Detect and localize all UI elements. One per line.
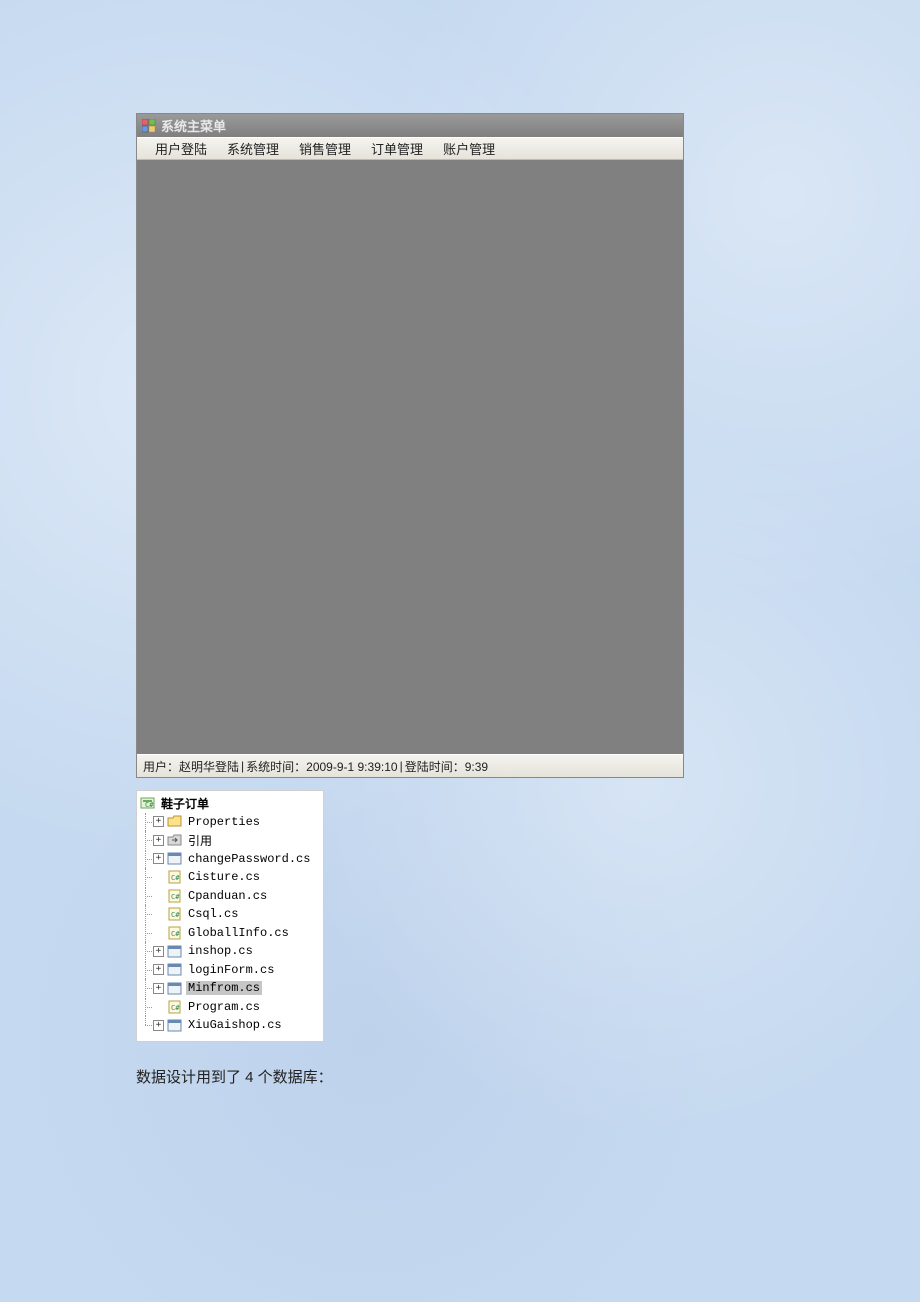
tree-item[interactable]: + inshop.cs bbox=[139, 942, 321, 961]
expand-placeholder bbox=[153, 890, 164, 901]
svg-text:C#: C# bbox=[171, 1004, 180, 1012]
title-bar[interactable]: 系统主菜单 bbox=[137, 114, 683, 137]
form-icon bbox=[167, 852, 183, 866]
expand-icon[interactable]: + bbox=[153, 964, 164, 975]
status-sep: | bbox=[400, 759, 403, 773]
tree-item-label: Csql.cs bbox=[186, 907, 240, 921]
status-logintime: 登陆时间：9:39 bbox=[405, 758, 488, 775]
tree-branch-line bbox=[139, 813, 153, 831]
cs-icon: C# bbox=[167, 1000, 183, 1014]
menu-sales-manage[interactable]: 销售管理 bbox=[289, 137, 361, 160]
tree-item[interactable]: C# Program.cs bbox=[139, 998, 321, 1017]
menu-user-login[interactable]: 用户登陆 bbox=[145, 137, 217, 160]
svg-text:C#: C# bbox=[171, 911, 180, 919]
tree-branch-line bbox=[139, 1016, 153, 1034]
tree-branch-line bbox=[139, 868, 153, 886]
cs-icon: C# bbox=[167, 889, 183, 903]
form-icon bbox=[167, 963, 183, 977]
tree-root-label: 鞋子订单 bbox=[159, 795, 211, 812]
svg-text:C#: C# bbox=[171, 893, 180, 901]
svg-text:C#: C# bbox=[171, 930, 180, 938]
project-icon: C# bbox=[140, 796, 156, 810]
form-icon bbox=[167, 1018, 183, 1032]
window-title: 系统主菜单 bbox=[161, 116, 226, 135]
cs-icon: C# bbox=[167, 926, 183, 940]
tree-branch-line bbox=[139, 887, 153, 905]
status-systime: 系统时间：2009-9-1 9:39:10 bbox=[246, 758, 397, 775]
tree-item-label: 引用 bbox=[186, 832, 214, 849]
tree-item[interactable]: C# GloballInfo.cs bbox=[139, 924, 321, 943]
tree-root[interactable]: C# 鞋子订单 bbox=[139, 794, 321, 813]
tree-item-label: Cisture.cs bbox=[186, 870, 262, 884]
tree-item[interactable]: + changePassword.cs bbox=[139, 850, 321, 869]
window-icon bbox=[141, 118, 157, 134]
svg-text:C#: C# bbox=[145, 801, 154, 809]
tree-branch-line bbox=[139, 961, 153, 979]
tree-item-label: GloballInfo.cs bbox=[186, 926, 291, 940]
svg-text:C#: C# bbox=[171, 874, 180, 882]
tree-branch-line bbox=[139, 998, 153, 1016]
tree-branch-line bbox=[139, 979, 153, 997]
expand-icon[interactable]: + bbox=[153, 835, 164, 846]
tree-item[interactable]: C# Csql.cs bbox=[139, 905, 321, 924]
tree-item[interactable]: + Properties bbox=[139, 813, 321, 832]
expand-icon[interactable]: + bbox=[153, 946, 164, 957]
expand-placeholder bbox=[153, 909, 164, 920]
tree-branch-line bbox=[139, 924, 153, 942]
tree-branch-line bbox=[139, 905, 153, 923]
solution-explorer: C# 鞋子订单 + Properties + 引用 + changePassword.cs… bbox=[136, 790, 324, 1042]
expand-placeholder bbox=[153, 872, 164, 883]
tree-item-label: Program.cs bbox=[186, 1000, 262, 1014]
cs-icon: C# bbox=[167, 907, 183, 921]
expand-icon[interactable]: + bbox=[153, 853, 164, 864]
tree-item[interactable]: C# Cpanduan.cs bbox=[139, 887, 321, 906]
tree-item-label: Properties bbox=[186, 815, 262, 829]
body-text: 数据设计用到了 4 个数据库： bbox=[136, 1066, 333, 1087]
cs-icon: C# bbox=[167, 870, 183, 884]
form-icon bbox=[167, 981, 183, 995]
folder-icon bbox=[167, 815, 183, 829]
mdi-client-area bbox=[137, 160, 683, 754]
expand-placeholder bbox=[153, 927, 164, 938]
menu-account-manage[interactable]: 账户管理 bbox=[433, 137, 505, 160]
tree-item-label: changePassword.cs bbox=[186, 852, 312, 866]
menu-bar: 用户登陆 系统管理 销售管理 订单管理 账户管理 bbox=[137, 137, 683, 160]
menu-system-manage[interactable]: 系统管理 bbox=[217, 137, 289, 160]
form-icon bbox=[167, 944, 183, 958]
tree-branch-line bbox=[139, 850, 153, 868]
tree-branch-line bbox=[139, 831, 153, 849]
expand-icon[interactable]: + bbox=[153, 816, 164, 827]
tree-item-label: XiuGaishop.cs bbox=[186, 1018, 284, 1032]
ref-icon bbox=[167, 833, 183, 847]
expand-placeholder bbox=[153, 1001, 164, 1012]
status-sep: | bbox=[241, 759, 244, 773]
tree-item[interactable]: + XiuGaishop.cs bbox=[139, 1016, 321, 1035]
menu-order-manage[interactable]: 订单管理 bbox=[361, 137, 433, 160]
main-window: 系统主菜单 用户登陆 系统管理 销售管理 订单管理 账户管理 用户：赵明华登陆 … bbox=[136, 113, 684, 778]
tree-item-label: Cpanduan.cs bbox=[186, 889, 269, 903]
tree-item[interactable]: + Minfrom.cs bbox=[139, 979, 321, 998]
status-user: 用户：赵明华登陆 bbox=[143, 758, 239, 775]
tree-item-label: loginForm.cs bbox=[186, 963, 276, 977]
tree-item[interactable]: + loginForm.cs bbox=[139, 961, 321, 980]
status-bar: 用户：赵明华登陆 | 系统时间：2009-9-1 9:39:10 | 登陆时间：… bbox=[137, 754, 683, 777]
tree-item[interactable]: C# Cisture.cs bbox=[139, 868, 321, 887]
expand-icon[interactable]: + bbox=[153, 1020, 164, 1031]
expand-icon[interactable]: + bbox=[153, 983, 164, 994]
tree-branch-line bbox=[139, 942, 153, 960]
tree-item-label: inshop.cs bbox=[186, 944, 255, 958]
tree-item-label: Minfrom.cs bbox=[186, 981, 262, 995]
tree-item[interactable]: + 引用 bbox=[139, 831, 321, 850]
